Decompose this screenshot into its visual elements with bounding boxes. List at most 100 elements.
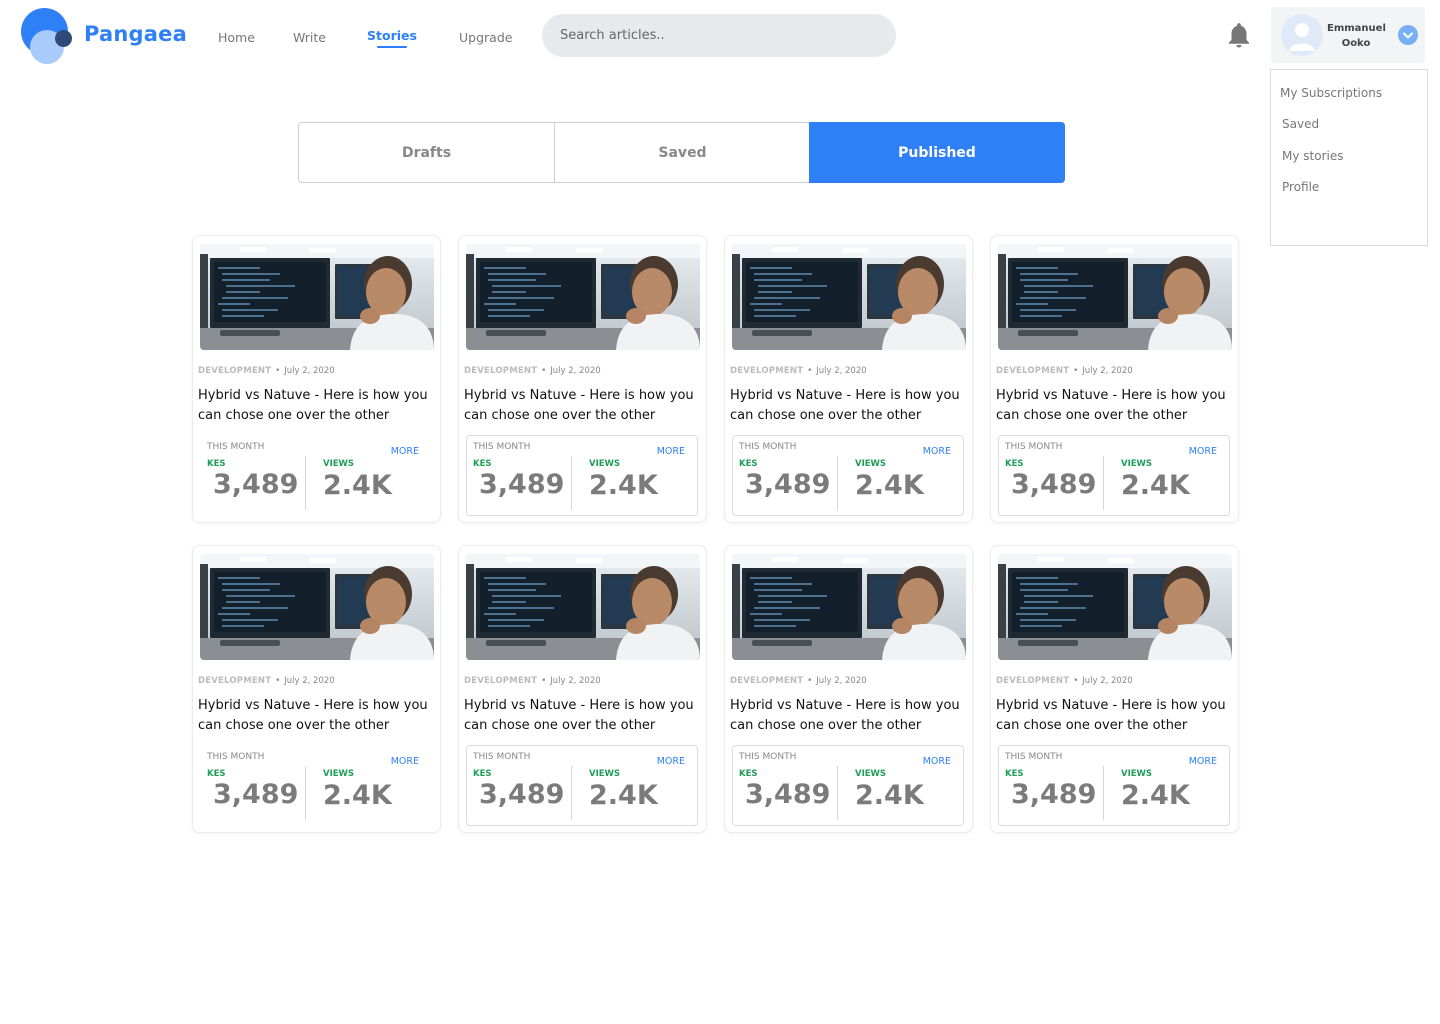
views-value: 2.4K xyxy=(323,780,392,811)
separator-dot: • xyxy=(541,366,547,376)
more-link[interactable]: MORE xyxy=(923,756,951,767)
views-label: VIEWS xyxy=(1121,769,1153,779)
menu-item-profile[interactable]: Profile xyxy=(1282,180,1319,194)
story-thumbnail xyxy=(732,554,966,660)
story-card[interactable]: DEVELOPMENT • July 2, 2020 Hybrid vs Natuv… xyxy=(990,235,1239,523)
stats-period-label: THIS MONTH xyxy=(739,442,797,452)
story-card[interactable]: DEVELOPMENT • July 2, 2020 Hybrid vs Natuv… xyxy=(724,545,973,833)
separator-dot: • xyxy=(807,676,813,686)
views-label: VIEWS xyxy=(323,459,355,469)
separator-dot: • xyxy=(275,676,281,686)
story-category: DEVELOPMENT xyxy=(996,676,1070,686)
story-date: July 2, 2020 xyxy=(1082,676,1133,686)
earnings-label: KES xyxy=(207,769,226,779)
story-thumbnail xyxy=(998,554,1232,660)
story-thumbnail xyxy=(998,244,1232,350)
stats-divider xyxy=(837,766,838,820)
nav-stories[interactable]: Stories xyxy=(367,28,417,48)
stats-divider xyxy=(1103,766,1104,820)
story-stats: THIS MONTH MORE KES 3,489 VIEWS 2.4K xyxy=(466,745,698,826)
more-link[interactable]: MORE xyxy=(391,446,419,457)
stats-period-label: THIS MONTH xyxy=(207,752,265,762)
story-thumbnail xyxy=(200,244,434,350)
earnings-value: 3,489 xyxy=(479,779,565,810)
story-category: DEVELOPMENT xyxy=(198,676,272,686)
stats-divider xyxy=(305,766,306,820)
story-stats: THIS MONTH MORE KES 3,489 VIEWS 2.4K xyxy=(466,435,698,516)
story-title[interactable]: Hybrid vs Natuve - Here is how you can c… xyxy=(464,386,700,426)
earnings-label: KES xyxy=(739,459,758,469)
story-date: July 2, 2020 xyxy=(550,676,601,686)
story-title[interactable]: Hybrid vs Natuve - Here is how you can c… xyxy=(996,386,1232,426)
story-meta: DEVELOPMENT • July 2, 2020 xyxy=(730,676,867,686)
more-link[interactable]: MORE xyxy=(923,446,951,457)
views-label: VIEWS xyxy=(855,769,887,779)
search-input[interactable] xyxy=(542,14,896,57)
earnings-label: KES xyxy=(473,769,492,779)
profile-dropdown-menu: My Subscriptions Saved My stories Profil… xyxy=(1270,69,1428,246)
story-date: July 2, 2020 xyxy=(284,676,335,686)
views-value: 2.4K xyxy=(855,780,924,811)
story-title[interactable]: Hybrid vs Natuve - Here is how you can c… xyxy=(996,696,1232,736)
nav-active-indicator xyxy=(377,46,407,48)
story-card[interactable]: DEVELOPMENT • July 2, 2020 Hybrid vs Natuv… xyxy=(458,235,707,523)
nav-home[interactable]: Home xyxy=(218,30,255,45)
menu-item-my-stories[interactable]: My stories xyxy=(1282,149,1343,163)
earnings-label: KES xyxy=(207,459,226,469)
story-thumbnail xyxy=(466,244,700,350)
earnings-label: KES xyxy=(1005,769,1024,779)
story-card[interactable]: DEVELOPMENT • July 2, 2020 Hybrid vs Natuv… xyxy=(192,545,441,833)
story-category: DEVELOPMENT xyxy=(464,676,538,686)
user-first-name: Emmanuel xyxy=(1327,23,1386,34)
user-avatar-icon xyxy=(1281,14,1323,56)
earnings-value: 3,489 xyxy=(745,779,831,810)
story-title[interactable]: Hybrid vs Natuve - Here is how you can c… xyxy=(198,386,434,426)
nav-upgrade[interactable]: Upgrade xyxy=(459,30,512,45)
story-date: July 2, 2020 xyxy=(816,676,867,686)
more-link[interactable]: MORE xyxy=(391,756,419,767)
brand-name[interactable]: Pangaea xyxy=(84,22,187,46)
chevron-down-icon[interactable] xyxy=(1398,25,1418,45)
story-category: DEVELOPMENT xyxy=(464,366,538,376)
story-card[interactable]: DEVELOPMENT • July 2, 2020 Hybrid vs Natuv… xyxy=(192,235,441,523)
story-title[interactable]: Hybrid vs Natuve - Here is how you can c… xyxy=(730,696,966,736)
views-label: VIEWS xyxy=(1121,459,1153,469)
story-tabs: Drafts Saved Published xyxy=(298,122,1065,183)
views-value: 2.4K xyxy=(589,470,658,501)
story-card[interactable]: DEVELOPMENT • July 2, 2020 Hybrid vs Natuv… xyxy=(724,235,973,523)
tab-published[interactable]: Published xyxy=(809,122,1065,183)
stats-divider xyxy=(571,456,572,510)
story-card[interactable]: DEVELOPMENT • July 2, 2020 Hybrid vs Natuv… xyxy=(990,545,1239,833)
views-label: VIEWS xyxy=(589,459,621,469)
stats-divider xyxy=(837,456,838,510)
story-title[interactable]: Hybrid vs Natuve - Here is how you can c… xyxy=(464,696,700,736)
story-meta: DEVELOPMENT • July 2, 2020 xyxy=(198,366,335,376)
story-stats: THIS MONTH MORE KES 3,489 VIEWS 2.4K xyxy=(200,435,432,516)
menu-item-my-subscriptions[interactable]: My Subscriptions xyxy=(1280,86,1382,100)
nav-write[interactable]: Write xyxy=(293,30,326,45)
more-link[interactable]: MORE xyxy=(657,756,685,767)
tab-drafts[interactable]: Drafts xyxy=(299,122,554,183)
tab-saved[interactable]: Saved xyxy=(554,122,810,183)
story-category: DEVELOPMENT xyxy=(198,366,272,376)
more-link[interactable]: MORE xyxy=(657,446,685,457)
profile-menu-button[interactable]: Emmanuel Ooko xyxy=(1271,7,1425,63)
story-card[interactable]: DEVELOPMENT • July 2, 2020 Hybrid vs Natuv… xyxy=(458,545,707,833)
more-link[interactable]: MORE xyxy=(1189,756,1217,767)
earnings-value: 3,489 xyxy=(213,469,299,500)
more-link[interactable]: MORE xyxy=(1189,446,1217,457)
user-last-name: Ooko xyxy=(1341,38,1371,49)
stats-divider xyxy=(1103,456,1104,510)
story-category: DEVELOPMENT xyxy=(730,676,804,686)
brand-logo[interactable] xyxy=(20,8,80,68)
story-title[interactable]: Hybrid vs Natuve - Here is how you can c… xyxy=(198,696,434,736)
story-stats: THIS MONTH MORE KES 3,489 VIEWS 2.4K xyxy=(998,745,1230,826)
menu-item-saved[interactable]: Saved xyxy=(1282,117,1319,131)
story-title[interactable]: Hybrid vs Natuve - Here is how you can c… xyxy=(730,386,966,426)
story-stats: THIS MONTH MORE KES 3,489 VIEWS 2.4K xyxy=(732,435,964,516)
earnings-label: KES xyxy=(739,769,758,779)
story-category: DEVELOPMENT xyxy=(996,366,1070,376)
story-meta: DEVELOPMENT • July 2, 2020 xyxy=(464,366,601,376)
bell-icon[interactable] xyxy=(1224,20,1254,50)
story-stats: THIS MONTH MORE KES 3,489 VIEWS 2.4K xyxy=(998,435,1230,516)
